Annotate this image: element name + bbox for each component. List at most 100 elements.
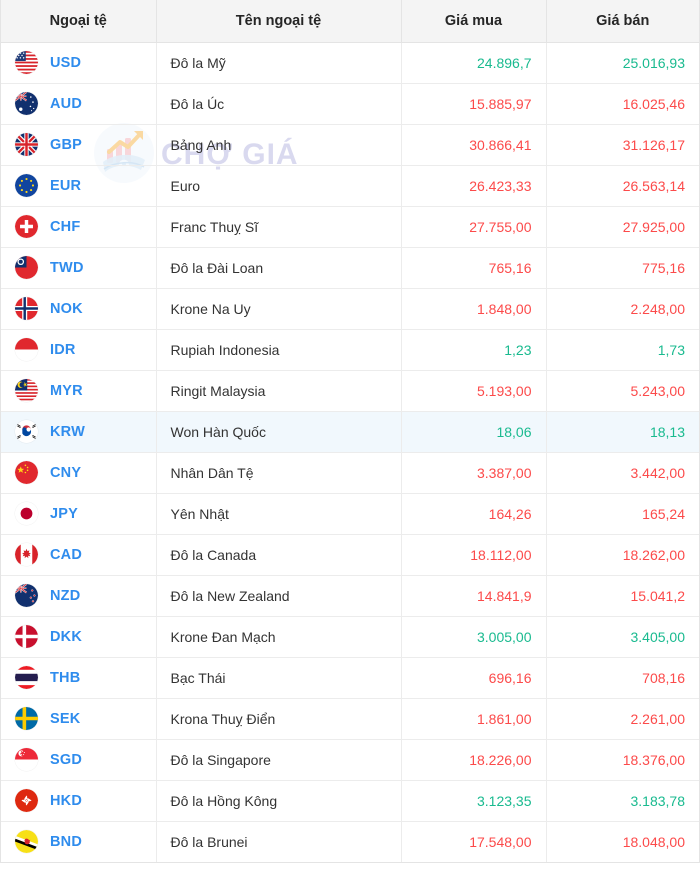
sell-price-cell: 708,16 [546, 657, 699, 699]
currency-code-cell[interactable]: GBP [1, 124, 157, 166]
column-header-currency-code[interactable]: Ngoại tệ [1, 0, 157, 43]
currency-code-cell[interactable]: SEK [1, 698, 157, 740]
currency-name-cell: Krone Đan Mạch [156, 616, 402, 658]
currency-code-label: TWD [50, 259, 84, 276]
currency-code-cell[interactable]: JPY [1, 493, 157, 535]
currency-code-cell[interactable]: NOK [1, 288, 157, 330]
table-row[interactable]: GBP Bảng Anh 30.866,41 31.126,17 [1, 124, 699, 166]
currency-name-cell: Đô la Canada [156, 534, 402, 576]
currency-code-label: SGD [50, 751, 83, 768]
flag-eu-icon [15, 174, 38, 197]
table-row[interactable]: SGD Đô la Singapore 18.226,00 18.376,00 [1, 739, 699, 781]
currency-code-cell[interactable]: EUR [1, 165, 157, 207]
currency-name-cell: Đô la Mỹ [156, 42, 402, 84]
flag-no-icon [15, 297, 38, 320]
buy-price-cell: 17.548,00 [401, 821, 547, 862]
table-row[interactable]: NZD Đô la New Zealand 14.841,9 15.041,2 [1, 575, 699, 617]
table-row[interactable]: IDR Rupiah Indonesia 1,23 1,73 [1, 329, 699, 371]
currency-code-cell[interactable]: AUD [1, 83, 157, 125]
currency-code-cell[interactable]: TWD [1, 247, 157, 289]
flag-dk-icon [15, 625, 38, 648]
table-row[interactable]: USD Đô la Mỹ 24.896,7 25.016,93 [1, 42, 699, 84]
column-header-currency-name[interactable]: Tên ngoại tệ [156, 0, 402, 43]
buy-price-cell: 14.841,9 [401, 575, 547, 617]
currency-name-cell: Yên Nhật [156, 493, 402, 535]
currency-code-cell[interactable]: NZD [1, 575, 157, 617]
table-row[interactable]: CHF Franc Thuỵ Sĩ 27.755,00 27.925,00 [1, 206, 699, 248]
flag-cn-icon [15, 461, 38, 484]
sell-price-cell: 26.563,14 [546, 165, 699, 207]
flag-bn-icon [15, 830, 38, 854]
table-row[interactable]: EUR Euro 26.423,33 26.563,14 [1, 165, 699, 207]
currency-code-label: USD [50, 54, 82, 71]
currency-code-label: THB [50, 669, 81, 686]
currency-name-cell: Franc Thuỵ Sĩ [156, 206, 402, 248]
currency-code-cell[interactable]: CHF [1, 206, 157, 248]
currency-name-cell: Đô la New Zealand [156, 575, 402, 617]
buy-price-cell: 164,26 [401, 493, 547, 535]
currency-code-cell[interactable]: THB [1, 657, 157, 699]
column-header-buy-price[interactable]: Giá mua [401, 0, 547, 43]
buy-price-cell: 24.896,7 [401, 42, 547, 84]
currency-name-cell: Rupiah Indonesia [156, 329, 402, 371]
currency-code-label: CNY [50, 464, 82, 481]
table-row[interactable]: NOK Krone Na Uy 1.848,00 2.248,00 [1, 288, 699, 330]
sell-price-cell: 18,13 [546, 411, 699, 453]
table-row[interactable]: SEK Krona Thuỵ Điển 1.861,00 2.261,00 [1, 698, 699, 740]
currency-code-cell[interactable]: CAD [1, 534, 157, 576]
table-row[interactable]: KRW Won Hàn Quốc 18,06 18,13 [1, 411, 699, 453]
sell-price-cell: 31.126,17 [546, 124, 699, 166]
column-header-sell-price[interactable]: Giá bán [546, 0, 699, 43]
exchange-rate-table-container: CHỢ GIÁ Ngoại tệ Tên ngoại tệ Giá mua Gi… [0, 0, 700, 863]
currency-name-cell: Euro [156, 165, 402, 207]
sell-price-cell: 3.405,00 [546, 616, 699, 658]
flag-us-icon [15, 51, 38, 74]
sell-price-cell: 1,73 [546, 329, 699, 371]
currency-code-cell[interactable]: USD [1, 42, 157, 84]
currency-code-cell[interactable]: KRW [1, 411, 157, 453]
table-row[interactable]: CAD Đô la Canada 18.112,00 18.262,00 [1, 534, 699, 576]
sell-price-cell: 5.243,00 [546, 370, 699, 412]
currency-code-cell[interactable]: SGD [1, 739, 157, 781]
buy-price-cell: 18.226,00 [401, 739, 547, 781]
buy-price-cell: 3.123,35 [401, 780, 547, 822]
currency-code-cell[interactable]: HKD [1, 780, 157, 822]
sell-price-cell: 18.262,00 [546, 534, 699, 576]
currency-name-cell: Đô la Đài Loan [156, 247, 402, 289]
buy-price-cell: 26.423,33 [401, 165, 547, 207]
currency-name-cell: Krone Na Uy [156, 288, 402, 330]
currency-code-label: KRW [50, 423, 85, 440]
table-row[interactable]: HKD Đô la Hồng Kông 3.123,35 3.183,78 [1, 780, 699, 822]
table-row[interactable]: AUD Đô la Úc 15.885,97 16.025,46 [1, 83, 699, 125]
currency-code-label: BND [50, 833, 83, 850]
flag-au-icon [15, 92, 38, 115]
flag-gb-icon [15, 133, 38, 156]
table-row[interactable]: JPY Yên Nhật 164,26 165,24 [1, 493, 699, 535]
currency-name-cell: Đô la Singapore [156, 739, 402, 781]
flag-hk-icon [15, 789, 38, 812]
table-row[interactable]: BND Đô la Brunei 17.548,00 18.048,00 [1, 821, 699, 862]
currency-code-cell[interactable]: BND [1, 821, 157, 862]
currency-code-cell[interactable]: DKK [1, 616, 157, 658]
buy-price-cell: 27.755,00 [401, 206, 547, 248]
table-row[interactable]: DKK Krone Đan Mạch 3.005,00 3.405,00 [1, 616, 699, 658]
table-row[interactable]: THB Bạc Thái 696,16 708,16 [1, 657, 699, 699]
sell-price-cell: 27.925,00 [546, 206, 699, 248]
table-row[interactable]: CNY Nhân Dân Tệ 3.387,00 3.442,00 [1, 452, 699, 494]
flag-my-icon [15, 379, 38, 402]
buy-price-cell: 765,16 [401, 247, 547, 289]
buy-price-cell: 1.848,00 [401, 288, 547, 330]
currency-code-cell[interactable]: IDR [1, 329, 157, 371]
sell-price-cell: 165,24 [546, 493, 699, 535]
buy-price-cell: 3.387,00 [401, 452, 547, 494]
flag-id-icon [15, 338, 38, 361]
sell-price-cell: 25.016,93 [546, 42, 699, 84]
table-row[interactable]: MYR Ringit Malaysia 5.193,00 5.243,00 [1, 370, 699, 412]
buy-price-cell: 696,16 [401, 657, 547, 699]
currency-code-cell[interactable]: CNY [1, 452, 157, 494]
currency-code-label: CHF [50, 218, 81, 235]
sell-price-cell: 3.183,78 [546, 780, 699, 822]
currency-code-label: HKD [50, 792, 83, 809]
table-row[interactable]: TWD Đô la Đài Loan 765,16 775,16 [1, 247, 699, 289]
currency-code-cell[interactable]: MYR [1, 370, 157, 412]
